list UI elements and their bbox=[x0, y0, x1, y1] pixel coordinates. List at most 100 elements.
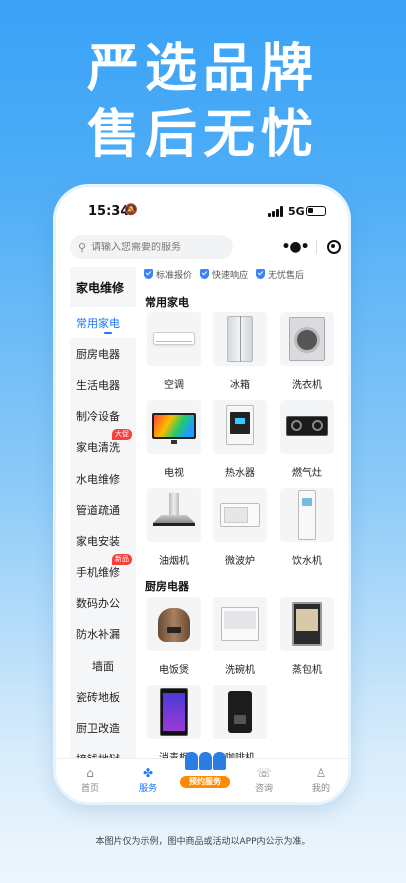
close-target-icon[interactable] bbox=[327, 240, 341, 254]
promo-badge: 大促 bbox=[112, 428, 132, 440]
service-item-rice-cooker[interactable]: 电饭煲 bbox=[147, 597, 201, 676]
sidebar-item-label: 水电维修 bbox=[76, 472, 120, 486]
service-item-washing-machine[interactable]: 洗衣机 bbox=[280, 312, 334, 391]
more-icon[interactable]: •●• bbox=[278, 239, 312, 255]
network-type: 5G bbox=[288, 205, 305, 218]
search-bar[interactable]: ⚲ bbox=[70, 235, 233, 259]
service-item-steamer[interactable]: 蒸包机 bbox=[280, 597, 334, 676]
guarantee-item: 标准报价 bbox=[144, 265, 192, 283]
tab-consult[interactable]: ☏ 咨询 bbox=[244, 765, 284, 794]
sidebar-item-label: 家电清洗 bbox=[76, 441, 120, 455]
bottom-tab-bar: ⌂ 首页 ✤ 服务 预约服务 ☏ 咨询 ♙ 我的 bbox=[56, 752, 348, 802]
shield-check-icon bbox=[200, 269, 210, 279]
category-sidebar: 家电维修 常用家电 厨房电器 生活电器 制冷设备 家电清洗 大促 水电维修 管道疏… bbox=[70, 267, 136, 762]
capsule-divider bbox=[316, 240, 317, 254]
search-icon: ⚲ bbox=[78, 240, 87, 254]
promo-booking-button[interactable]: 预约服务 bbox=[180, 752, 230, 788]
mute-bell-icon: 🔕 bbox=[124, 203, 138, 216]
sterilizer-icon bbox=[147, 685, 201, 739]
service-item-refrigerator[interactable]: 冰箱 bbox=[213, 312, 267, 391]
promo-label: 预约服务 bbox=[180, 776, 230, 788]
air-conditioner-icon bbox=[147, 312, 201, 366]
guarantee-item: 无忧售后 bbox=[256, 265, 304, 283]
sidebar-item-pipe-unclog[interactable]: 管道疏通 bbox=[70, 494, 136, 525]
sidebar-item-appliance-install[interactable]: 家电安装 bbox=[70, 525, 136, 556]
washing-machine-icon bbox=[280, 312, 334, 366]
sidebar-item-label: 手机维修 bbox=[76, 566, 120, 580]
service-item-water-dispenser[interactable]: 饮水机 bbox=[280, 488, 334, 567]
sidebar-item-label: 防水补漏 bbox=[76, 628, 120, 642]
service-item-dishwasher[interactable]: 洗碗机 bbox=[213, 597, 267, 676]
range-hood-icon bbox=[147, 488, 201, 542]
tab-home[interactable]: ⌂ 首页 bbox=[70, 765, 110, 794]
sidebar-item-label: 瓷砖地板 bbox=[76, 690, 120, 704]
user-icon: ♙ bbox=[315, 766, 327, 780]
tab-mine[interactable]: ♙ 我的 bbox=[301, 765, 341, 794]
new-badge: 新品 bbox=[112, 553, 132, 565]
sidebar-item-label: 厨房电器 bbox=[76, 347, 120, 361]
sidebar-heading: 家电维修 bbox=[76, 280, 125, 295]
sidebar-item-tile-floor[interactable]: 瓷砖地板 bbox=[70, 681, 136, 712]
sidebar-item-appliance-cleaning[interactable]: 家电清洗 大促 bbox=[70, 428, 136, 463]
tv-icon bbox=[147, 400, 201, 454]
dishwasher-icon bbox=[213, 597, 267, 651]
shield-check-icon bbox=[256, 269, 266, 279]
technician-figure bbox=[185, 752, 198, 770]
tab-label: 首页 bbox=[80, 784, 99, 794]
sidebar-item-label: 数码办公 bbox=[76, 597, 120, 611]
service-item-range-hood[interactable]: 油烟机 bbox=[147, 488, 201, 567]
microwave-icon bbox=[213, 488, 267, 542]
sidebar-item-label: 管道疏通 bbox=[76, 503, 120, 517]
sidebar-item-refrigeration[interactable]: 制冷设备 bbox=[70, 401, 136, 432]
service-item-water-heater[interactable]: 热水器 bbox=[213, 400, 267, 479]
hero-title-line-2: 售后无忧 bbox=[86, 105, 319, 165]
sidebar-item-label: 厨卫改造 bbox=[76, 722, 120, 736]
status-bar: 15:34 🔕 5G bbox=[56, 187, 348, 231]
home-icon: ⌂ bbox=[86, 766, 94, 780]
service-item-air-conditioner[interactable]: 空调 bbox=[147, 312, 201, 391]
battery-icon bbox=[306, 206, 326, 216]
sidebar-item-wall[interactable]: 墙面 bbox=[70, 650, 136, 681]
water-heater-icon bbox=[213, 400, 267, 454]
sidebar-item-label: 制冷设备 bbox=[76, 410, 120, 424]
sidebar-item-kitchen-bath[interactable]: 厨卫改造 bbox=[70, 712, 136, 743]
shield-check-icon bbox=[144, 269, 153, 279]
steamer-icon bbox=[280, 597, 334, 651]
service-item-microwave[interactable]: 微波炉 bbox=[213, 488, 267, 567]
sidebar-item-plumbing-electrical[interactable]: 水电维修 bbox=[70, 463, 136, 494]
sidebar-item-waterproofing[interactable]: 防水补漏 bbox=[70, 619, 136, 650]
tab-label: 我的 bbox=[311, 784, 330, 794]
section-title: 厨房电器 bbox=[145, 580, 189, 593]
refrigerator-icon bbox=[213, 312, 267, 366]
tab-label: 服务 bbox=[138, 784, 157, 794]
tab-label: 咨询 bbox=[254, 784, 273, 794]
gas-stove-icon bbox=[280, 400, 334, 454]
hero-title-line-1: 严选品牌 bbox=[86, 39, 319, 99]
disclaimer-text: 本图片仅为示例，图中商品或活动以APP内公示为准。 bbox=[95, 837, 311, 847]
sidebar-item-common-appliances[interactable]: 常用家电 bbox=[70, 307, 136, 339]
service-grid-icon: ✤ bbox=[142, 766, 154, 780]
technician-figure bbox=[199, 752, 212, 770]
sidebar-item-label: 墙面 bbox=[92, 659, 114, 673]
sidebar-item-phone-repair[interactable]: 手机维修 新品 bbox=[70, 553, 136, 588]
sidebar-item-label: 常用家电 bbox=[76, 316, 120, 330]
guarantee-item: 快速响应 bbox=[200, 265, 248, 283]
search-input[interactable] bbox=[91, 241, 222, 253]
sidebar-item-kitchen-appliances[interactable]: 厨房电器 bbox=[70, 338, 136, 369]
water-dispenser-icon bbox=[280, 488, 334, 542]
coffee-machine-icon bbox=[213, 685, 267, 739]
section-title: 常用家电 bbox=[145, 296, 189, 309]
rice-cooker-icon bbox=[147, 597, 201, 651]
phone-icon: ☏ bbox=[256, 766, 272, 780]
guarantee-strip: 标准报价 快速响应 无忧售后 bbox=[144, 265, 344, 283]
mini-program-capsule: •●• bbox=[278, 234, 348, 260]
sidebar-item-digital-office[interactable]: 数码办公 bbox=[70, 588, 136, 619]
tab-service[interactable]: ✤ 服务 bbox=[128, 765, 168, 794]
service-item-gas-stove[interactable]: 燃气灶 bbox=[280, 400, 334, 479]
signal-icon bbox=[268, 206, 284, 217]
technician-figure bbox=[213, 752, 226, 770]
sidebar-item-living-appliances[interactable]: 生活电器 bbox=[70, 369, 136, 400]
service-item-tv[interactable]: 电视 bbox=[147, 400, 201, 479]
phone-frame: 15:34 🔕 5G ⚲ •●• 家电维修 常用家电 厨房电器 生活电器 制冷设… bbox=[53, 184, 351, 805]
sidebar-item-label: 家电安装 bbox=[76, 534, 120, 548]
